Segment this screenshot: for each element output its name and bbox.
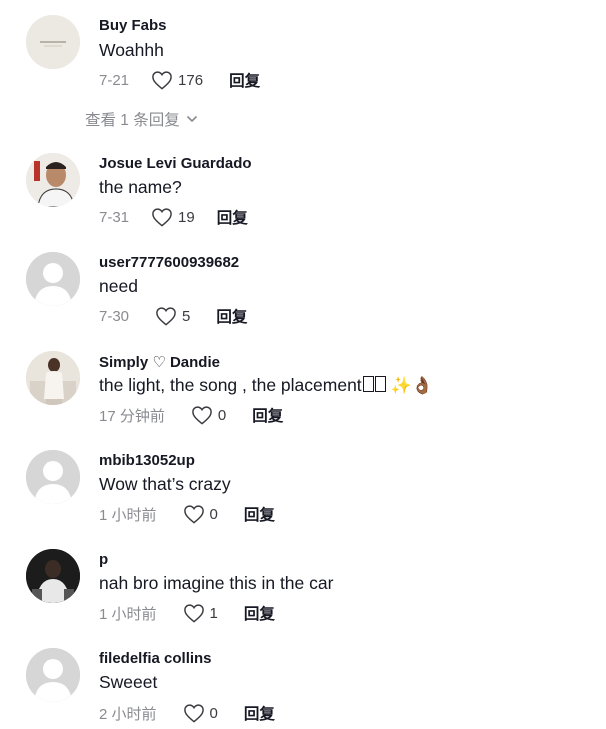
like-count: 1 bbox=[209, 604, 218, 622]
like-button[interactable]: 176 bbox=[151, 70, 203, 90]
default-avatar-icon bbox=[26, 450, 80, 504]
comment-item: filedelfia collins Sweeet 2 小时前 0 回复 bbox=[0, 633, 606, 729]
buy-fabs-logo-icon bbox=[26, 15, 80, 69]
comment-date: 1 小时前 bbox=[99, 506, 157, 524]
heart-outline-icon bbox=[156, 307, 176, 326]
comment-meta: 7-30 5 回复 bbox=[99, 305, 247, 327]
comment-text: Sweeet bbox=[99, 672, 158, 692]
heart-outline-icon bbox=[183, 604, 204, 623]
comment-username[interactable]: Josue Levi Guardado bbox=[99, 155, 252, 172]
comment-date: 7-30 bbox=[99, 307, 130, 325]
like-button[interactable]: 0 bbox=[183, 703, 218, 723]
view-replies-label: 查看 1 条回复 bbox=[85, 112, 180, 129]
like-button[interactable]: 0 bbox=[191, 405, 226, 425]
heart-outline-icon bbox=[152, 208, 172, 227]
comment-date: 17 分钟前 bbox=[99, 407, 165, 425]
heart-outline-icon bbox=[183, 505, 204, 524]
like-button[interactable]: 0 bbox=[183, 504, 218, 524]
comment-date: 1 小时前 bbox=[99, 605, 157, 623]
comment-meta: 7-21 176 回复 bbox=[99, 69, 260, 91]
comment-username[interactable]: filedelfia collins bbox=[99, 650, 212, 667]
comment-emojis: ✨👌🏾 bbox=[390, 376, 433, 395]
comment-meta: 2 小时前 0 回复 bbox=[99, 702, 275, 724]
comment-text-body: the light, the song , the placement bbox=[99, 375, 362, 395]
heart-outline-icon bbox=[152, 71, 172, 90]
comment-date: 7-31 bbox=[99, 208, 130, 226]
default-avatar-icon bbox=[26, 648, 80, 702]
comment-item: user7777600939682 need 7-30 5 回复 bbox=[0, 237, 606, 333]
user-photo-icon bbox=[26, 549, 80, 603]
comment-text: the light, the song , the placement ✨👌🏾 bbox=[99, 375, 433, 396]
comment-meta: 17 分钟前 0 回复 bbox=[99, 404, 283, 426]
like-count: 176 bbox=[178, 71, 204, 89]
default-avatar-icon bbox=[26, 252, 80, 306]
avatar[interactable] bbox=[26, 351, 80, 405]
comment-username[interactable]: p bbox=[99, 551, 108, 568]
comment-meta: 1 小时前 1 回复 bbox=[99, 602, 275, 624]
comment-date: 2 小时前 bbox=[99, 705, 157, 723]
comment-username[interactable]: Buy Fabs bbox=[99, 17, 167, 34]
user-photo-icon bbox=[26, 351, 80, 405]
comment-item: mbib13052up Wow that’s crazy 1 小时前 0 回复 bbox=[0, 435, 606, 531]
reply-button[interactable]: 回复 bbox=[244, 702, 275, 724]
comment-username[interactable]: user7777600939682 bbox=[99, 254, 239, 271]
like-button[interactable]: 1 bbox=[183, 603, 218, 623]
view-replies-button[interactable]: 查看 1 条回复 bbox=[85, 108, 198, 130]
comment-item: p nah bro imagine this in the car 1 小时前 … bbox=[0, 534, 606, 630]
comment-text: the name? bbox=[99, 177, 182, 197]
like-count: 19 bbox=[178, 208, 195, 226]
avatar[interactable] bbox=[26, 648, 80, 702]
heart-outline-icon bbox=[183, 704, 204, 723]
comment-text: Wow that’s crazy bbox=[99, 474, 231, 494]
reply-button[interactable]: 回复 bbox=[244, 503, 275, 525]
comment-item: Buy Fabs Woahhh 7-21 176 回复 查看 1 条回复 bbox=[0, 0, 606, 129]
like-button[interactable]: 5 bbox=[155, 306, 190, 326]
comment-item: Josue Levi Guardado the name? 7-31 19 回复 bbox=[0, 138, 606, 234]
like-button[interactable]: 19 bbox=[151, 207, 195, 227]
avatar[interactable] bbox=[26, 450, 80, 504]
comment-text: need bbox=[99, 276, 138, 296]
heart-outline-icon bbox=[192, 406, 212, 425]
comment-username[interactable]: mbib13052up bbox=[99, 452, 195, 469]
reply-button[interactable]: 回复 bbox=[216, 305, 247, 327]
avatar[interactable] bbox=[26, 15, 80, 69]
missing-glyph-icon bbox=[362, 376, 374, 392]
like-count: 0 bbox=[209, 505, 218, 523]
like-count: 0 bbox=[217, 406, 227, 424]
avatar[interactable] bbox=[26, 252, 80, 306]
comment-meta: 1 小时前 0 回复 bbox=[99, 503, 275, 525]
chevron-down-icon bbox=[186, 115, 197, 123]
like-count: 5 bbox=[182, 307, 191, 325]
comment-item: Simply ♡ Dandie the light, the song , th… bbox=[0, 336, 606, 432]
user-photo-icon bbox=[26, 153, 80, 207]
like-count: 0 bbox=[209, 704, 218, 722]
reply-button[interactable]: 回复 bbox=[244, 602, 275, 624]
avatar[interactable] bbox=[26, 549, 80, 603]
comment-text: nah bro imagine this in the car bbox=[99, 573, 334, 593]
missing-glyph-icon bbox=[374, 376, 386, 392]
avatar[interactable] bbox=[26, 153, 80, 207]
comment-meta: 7-31 19 回复 bbox=[99, 206, 248, 228]
comment-username[interactable]: Simply ♡ Dandie bbox=[99, 353, 220, 371]
comment-date: 7-21 bbox=[99, 71, 130, 89]
comment-text: Woahhh bbox=[99, 40, 164, 60]
reply-button[interactable]: 回复 bbox=[217, 206, 248, 228]
reply-button[interactable]: 回复 bbox=[229, 69, 260, 91]
reply-button[interactable]: 回复 bbox=[252, 404, 283, 426]
